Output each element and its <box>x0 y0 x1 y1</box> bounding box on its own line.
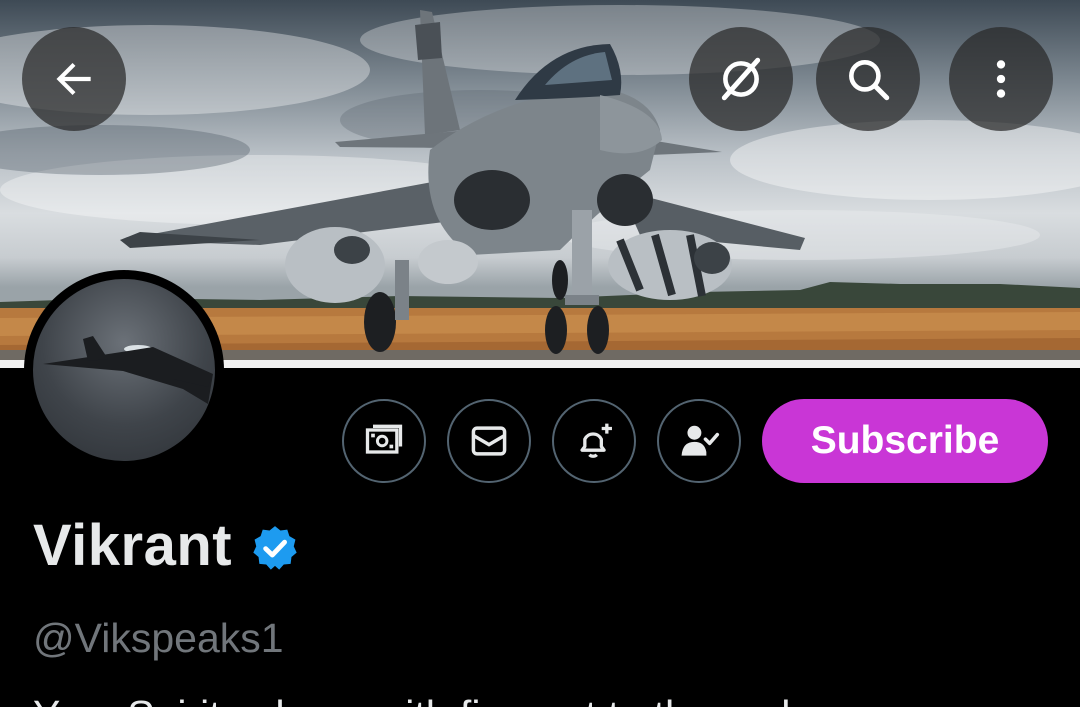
verified-badge-icon[interactable] <box>250 523 300 573</box>
bell-plus-icon <box>580 423 612 458</box>
more-button[interactable] <box>949 27 1053 131</box>
back-button[interactable] <box>22 27 126 131</box>
avatar-image <box>33 279 215 461</box>
grok-slash-icon <box>721 57 761 101</box>
envelope-icon <box>471 426 507 456</box>
more-vertical-icon <box>996 60 1006 98</box>
notify-button[interactable] <box>552 399 636 483</box>
display-name: Vikrant <box>33 513 233 578</box>
following-button[interactable] <box>657 399 741 483</box>
message-button[interactable] <box>447 399 531 483</box>
search-icon <box>849 60 890 101</box>
avatar-jet-silhouette <box>43 336 213 404</box>
person-check-icon <box>681 425 720 456</box>
search-button[interactable] <box>816 27 920 131</box>
subscribe-button[interactable]: Subscribe <box>762 399 1048 483</box>
handle: @Vikspeaks1 <box>33 615 284 661</box>
name-row: Vikrant <box>33 512 300 579</box>
arrow-left-icon <box>56 62 91 96</box>
avatar[interactable] <box>24 270 224 470</box>
profile-page: Subscribe Vikrant @Vikspeaks1 Your Spiri… <box>0 0 1080 707</box>
money-icon <box>365 424 403 454</box>
tip-button[interactable] <box>342 399 426 483</box>
grok-button[interactable] <box>689 27 793 131</box>
bio-text: Your Spirit echoes with fire, get to the… <box>33 692 825 707</box>
